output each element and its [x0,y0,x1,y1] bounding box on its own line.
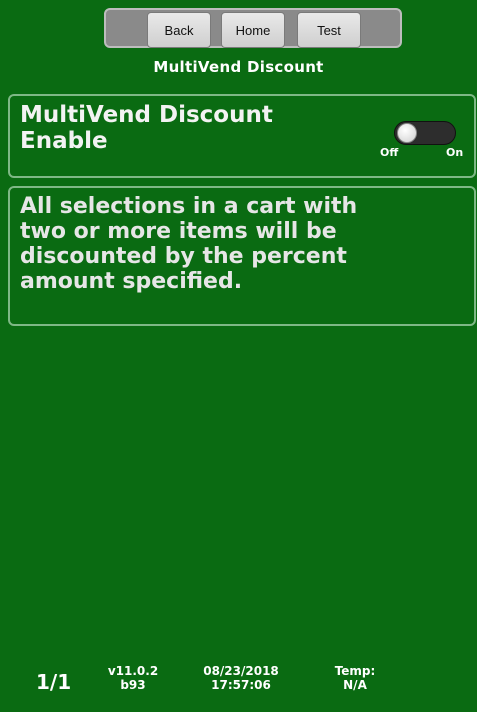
toggle-on-label: On [446,146,464,159]
page-indicator: 1/1 [36,670,72,694]
toggle-off-label: Off [380,146,399,159]
back-button[interactable]: Back [147,12,211,48]
status-footer: 1/1 v11.0.2 b93 08/23/2018 17:57:06 Temp… [0,664,477,704]
toggle-knob [397,123,417,143]
enable-panel: MultiVend Discount Enable Off On [8,94,476,178]
enable-label: MultiVend Discount Enable [20,102,273,154]
test-button[interactable]: Test [297,12,361,48]
page-title: MultiVend Discount [153,58,324,76]
description-text: All selections in a cart with two or mor… [20,194,358,294]
home-button[interactable]: Home [221,12,285,48]
version-text: v11.0.2 [107,664,159,678]
enable-toggle[interactable] [394,121,456,145]
screen: Back Home Test MultiVend Discount MultiV… [0,0,477,712]
version-info: v11.0.2 b93 [98,664,168,692]
date-text: 08/23/2018 [203,664,279,678]
description-panel: All selections in a cart with two or mor… [8,186,476,326]
build-text: b93 [120,678,146,692]
temp-value: N/A [343,678,367,692]
temp-label: Temp: [334,664,376,678]
temp-info: Temp: N/A [320,664,390,692]
time-text: 17:57:06 [211,678,271,692]
datetime-info: 08/23/2018 17:57:06 [186,664,296,692]
